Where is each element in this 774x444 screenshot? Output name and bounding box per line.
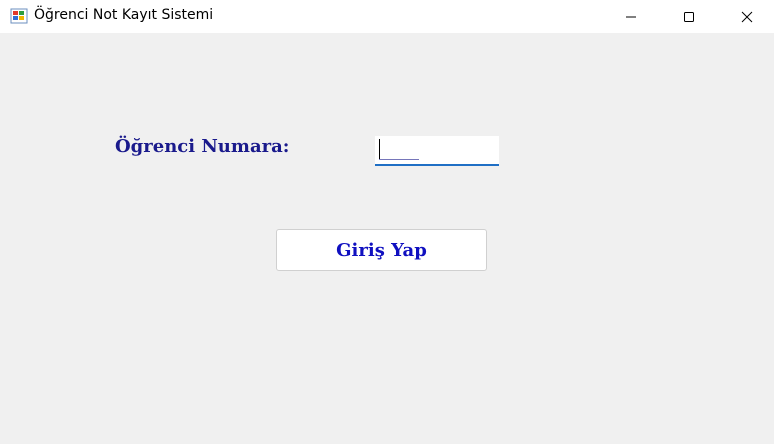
title-bar[interactable]: Öğrenci Not Kayıt Sistemi <box>0 0 774 33</box>
window-title: Öğrenci Not Kayıt Sistemi <box>34 7 214 23</box>
app-window: Öğrenci Not Kayıt Sistemi Öğrenci Numara… <box>0 0 774 444</box>
student-number-label: Öğrenci Numara: <box>115 136 290 157</box>
login-button[interactable]: Giriş Yap <box>276 229 487 271</box>
minimize-icon <box>626 16 636 17</box>
close-icon <box>741 11 753 22</box>
windows-form-icon[interactable] <box>10 7 28 25</box>
form-client-area: Öğrenci Numara: Giriş Yap <box>0 33 774 444</box>
minimize-button[interactable] <box>602 0 660 33</box>
close-button[interactable] <box>718 0 774 33</box>
student-number-input[interactable] <box>375 136 499 166</box>
maximize-button[interactable] <box>660 0 718 33</box>
maximize-icon <box>684 11 694 22</box>
text-caret <box>379 139 380 159</box>
